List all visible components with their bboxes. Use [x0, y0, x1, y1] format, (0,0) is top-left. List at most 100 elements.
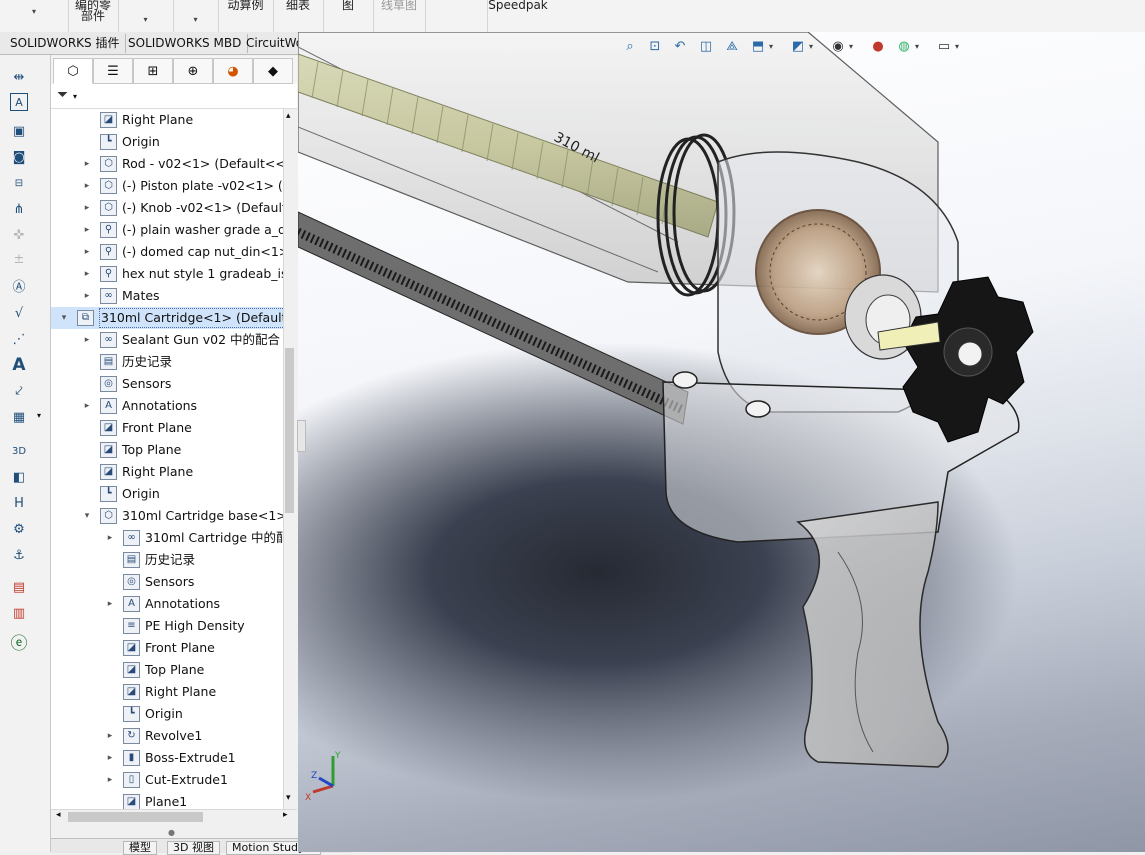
tree-item[interactable]: ◪ Right Plane — [51, 461, 283, 483]
tree-item[interactable]: ◪ Front Plane — [51, 417, 283, 439]
dropdown-caret-icon[interactable]: ▾ — [912, 36, 922, 56]
cam-tab-icon[interactable]: ◆ — [253, 58, 293, 84]
tree-item[interactable]: ▤ 历史记录 — [51, 351, 283, 373]
featuremanager-tab-icon[interactable]: ⬡ — [53, 58, 93, 84]
tree-item[interactable]: ▸ ⬡ (-) Piston plate -v02<1> (Default<< — [51, 175, 283, 197]
display-style-icon[interactable]: ◩ — [788, 36, 808, 56]
ribbon-group-9[interactable] — [425, 0, 488, 32]
tree-item[interactable]: ◪ Right Plane — [51, 109, 283, 131]
tree-item[interactable]: ┗ Origin — [51, 483, 283, 505]
dropdown-caret-icon[interactable]: ▾ — [0, 6, 68, 17]
tree-item[interactable]: ┗ Origin — [51, 131, 283, 153]
expand-arrow-icon[interactable]: ▸ — [105, 747, 115, 769]
tree-item[interactable]: ▸ ⬡ (-) Knob -v02<1> (Default<<Default — [51, 197, 283, 219]
auto-dimension-icon[interactable]: ⚙ — [8, 519, 30, 539]
surface-finish-check-icon[interactable]: √ — [8, 303, 30, 323]
dropdown-caret-icon[interactable]: ▾ — [806, 36, 816, 56]
surface-finish-icon[interactable]: ✜ — [8, 225, 30, 245]
tree-item[interactable]: ▸ ⚲ (-) plain washer grade a_din<1> (D — [51, 219, 283, 241]
tree-item[interactable]: ▸ ∞ 310ml Cartridge 中的配合 — [51, 527, 283, 549]
panel-splitter-dot[interactable]: ● — [168, 828, 175, 837]
configurationmanager-tab-icon[interactable]: ⊞ — [133, 58, 173, 84]
dropdown-caret-icon[interactable]: ▾ — [766, 36, 776, 56]
tree-item[interactable]: ▸ ▮ Boss-Extrude1 — [51, 747, 283, 769]
publish-pdf-icon[interactable]: ▤ — [8, 577, 30, 597]
ribbon-group-5[interactable]: 动算例 — [218, 0, 274, 32]
scroll-up-icon[interactable]: ▴ — [286, 111, 291, 121]
ribbon-group-1[interactable]: ▾ — [0, 0, 69, 32]
expand-arrow-icon[interactable]: ▸ — [105, 593, 115, 615]
view-settings-icon[interactable]: ▭ — [934, 36, 954, 56]
tree-item[interactable]: ▾ ⬡ 310ml Cartridge base<1> (Default — [51, 505, 283, 527]
3d-view-icon[interactable]: 3D — [8, 441, 30, 461]
tab-3d-views[interactable]: 3D 视图 — [167, 841, 220, 855]
zoom-to-fit-icon[interactable]: ⌕ — [620, 36, 640, 56]
scroll-down-icon[interactable]: ▾ — [286, 793, 291, 803]
tree-horizontal-thumb[interactable] — [68, 812, 203, 822]
displaymanager-tab-icon[interactable]: ◕ — [213, 58, 253, 84]
panel-collapse-handle[interactable] — [297, 420, 306, 452]
note-icon[interactable]: A — [10, 93, 28, 111]
smart-dimension-icon[interactable]: ⇹ — [8, 67, 30, 87]
dimxpert-icon[interactable]: H — [8, 493, 30, 513]
expand-arrow-icon[interactable]: ▸ — [105, 527, 115, 549]
expand-arrow-icon[interactable]: ▸ — [82, 219, 92, 241]
tree-item[interactable]: ◪ Front Plane — [51, 637, 283, 659]
hole-callout-icon[interactable]: ⤦ — [8, 381, 30, 401]
zoom-to-area-icon[interactable]: ⊡ — [645, 36, 665, 56]
section-view-icon[interactable]: ◫ — [696, 36, 716, 56]
expand-arrow-icon[interactable]: ▸ — [82, 395, 92, 417]
dropdown-caret-icon[interactable]: ▾ — [118, 14, 173, 25]
dimxpertmanager-tab-icon[interactable]: ⊕ — [173, 58, 213, 84]
tree-item[interactable]: ▸ ⬡ Rod - v02<1> (Default<<Default>_Dis — [51, 153, 283, 175]
tree-item[interactable]: ▾ ⧉ 310ml Cartridge<1> (Default<Display — [51, 307, 283, 329]
dropdown-caret-icon[interactable]: ▾ — [73, 92, 77, 101]
view-orientation-icon[interactable]: ⬒ — [748, 36, 768, 56]
tab-solidworks-addins[interactable]: SOLIDWORKS 插件 — [4, 34, 127, 53]
dropdown-caret-icon[interactable]: ▾ — [37, 411, 41, 420]
hide-show-items-icon[interactable]: ◉ — [828, 36, 848, 56]
collapse-arrow-icon[interactable]: ▾ — [59, 307, 69, 329]
propertymanager-tab-icon[interactable]: ☰ — [93, 58, 133, 84]
previous-view-icon[interactable]: ↶ — [670, 36, 690, 56]
expand-arrow-icon[interactable]: ▸ — [82, 285, 92, 307]
dropdown-caret-icon[interactable]: ▾ — [952, 36, 962, 56]
edrawings-icon[interactable]: ⓔ — [8, 631, 30, 654]
tree-item[interactable]: ◪ Top Plane — [51, 659, 283, 681]
edit-appearance-icon[interactable]: ● — [868, 36, 888, 56]
balloon-icon[interactable]: ▣ — [8, 121, 30, 141]
tree-item[interactable]: ▸ ▯ Cut-Extrude1 — [51, 769, 283, 791]
annotation-text-icon[interactable]: A — [8, 355, 30, 375]
expand-arrow-icon[interactable]: ▸ — [82, 329, 92, 351]
publish-3d-pdf-icon[interactable]: ▥ — [8, 603, 30, 623]
auto-balloon-icon[interactable]: ◙ — [8, 147, 30, 167]
tab-model[interactable]: 模型 — [123, 841, 157, 855]
tree-item[interactable]: ▸ A Annotations — [51, 593, 283, 615]
scroll-left-icon[interactable]: ◂ — [56, 810, 61, 820]
tree-item[interactable]: ◎ Sensors — [51, 373, 283, 395]
expand-arrow-icon[interactable]: ▸ — [82, 241, 92, 263]
expand-arrow-icon[interactable]: ▸ — [105, 769, 115, 791]
dynamic-annotation-icon[interactable]: ⟁ — [722, 36, 742, 56]
table-icon[interactable]: ▦ — [8, 407, 30, 427]
tree-item[interactable]: ≡ PE High Density — [51, 615, 283, 637]
tolerance-status-icon[interactable]: ⚓ — [8, 545, 30, 565]
tree-item[interactable]: ▤ 历史记录 — [51, 549, 283, 571]
tree-item[interactable]: ◪ Top Plane — [51, 439, 283, 461]
ribbon-group-speedpak[interactable]: Speedpak — [487, 0, 549, 32]
ribbon-group-3[interactable]: ▾ — [118, 0, 174, 32]
ribbon-group-7[interactable]: 图 — [323, 0, 374, 32]
section-view-icon[interactable]: ◧ — [8, 467, 30, 487]
expand-arrow-icon[interactable]: ▸ — [82, 175, 92, 197]
dropdown-caret-icon[interactable]: ▾ — [846, 36, 856, 56]
tree-item[interactable]: ▸ ∞ Mates — [51, 285, 283, 307]
tree-scroll-thumb[interactable] — [285, 348, 294, 513]
tree-item[interactable]: ┗ Origin — [51, 703, 283, 725]
expand-arrow-icon[interactable]: ▸ — [82, 263, 92, 285]
sealant-gun-model[interactable]: 310 ml — [298, 32, 1145, 852]
tree-item[interactable]: ▸ A Annotations — [51, 395, 283, 417]
filter-icon[interactable]: ⏷ — [57, 87, 68, 103]
tree-item[interactable]: ◎ Sensors — [51, 571, 283, 593]
expand-arrow-icon[interactable]: ▸ — [105, 725, 115, 747]
dropdown-caret-icon[interactable]: ▾ — [173, 14, 218, 25]
